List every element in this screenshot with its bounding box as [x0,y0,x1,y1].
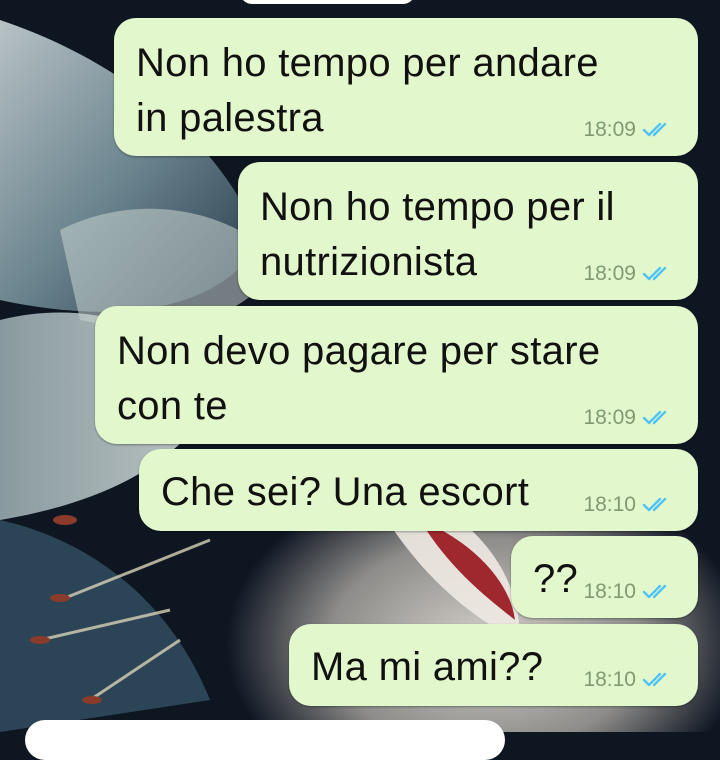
message-text-line: ?? [533,557,579,601]
message-text-line: Che sei? Una escort [161,470,530,514]
outgoing-message[interactable]: ?? 18:10 [511,536,698,618]
message-text-line: Non devo pagare per stare [117,329,601,373]
outgoing-message[interactable]: Ma mi ami?? 18:10 [289,624,698,706]
message-text-line: Non ho tempo per andare [136,41,599,85]
message-timestamp: 18:10 [583,493,636,516]
message-timestamp: 18:09 [583,118,636,141]
message-meta: 18:09 [583,118,676,142]
message-text-line: nutrizionista [260,240,478,284]
message-timestamp: 18:10 [583,580,636,603]
outgoing-message[interactable]: Non ho tempo per il nutrizionista 18:09 [238,162,698,300]
double-check-icon [642,497,667,512]
message-meta: 18:10 [583,580,676,604]
outgoing-message[interactable]: Non devo pagare per stare con te 18:09 [95,306,698,444]
cropped-message-bottom [25,720,505,760]
message-meta: 18:09 [583,262,676,286]
message-meta: 18:10 [583,668,676,692]
double-check-icon [642,122,667,137]
message-meta: 18:09 [583,406,676,430]
double-check-icon [642,672,667,687]
double-check-icon [642,266,667,281]
message-timestamp: 18:09 [583,262,636,285]
message-timestamp: 18:10 [583,668,636,691]
cropped-message-top [240,0,415,4]
double-check-icon [642,584,667,599]
message-meta: 18:10 [583,493,676,517]
message-text-line: in palestra [136,96,324,140]
outgoing-message[interactable]: Non ho tempo per andare in palestra 18:0… [114,18,698,156]
outgoing-message[interactable]: Che sei? Una escort 18:10 [139,449,698,531]
double-check-icon [642,410,667,425]
message-timestamp: 18:09 [583,406,636,429]
message-text-line: Ma mi ami?? [311,645,544,689]
message-text-line: con te [117,384,228,428]
message-text-line: Non ho tempo per il [260,185,615,229]
